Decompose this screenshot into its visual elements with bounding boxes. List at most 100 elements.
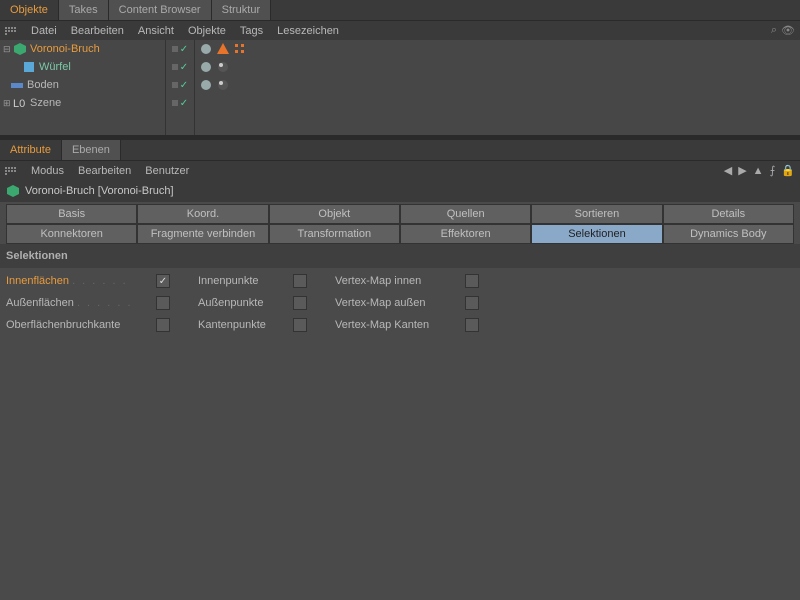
param-row: Vertex-Map innen [335,272,479,290]
tag-row[interactable] [199,40,800,58]
tag-material-icon[interactable] [216,60,230,74]
menu-benutzer[interactable]: Benutzer [145,165,189,177]
param-row: Kantenpunkte [198,316,307,334]
param-label: Außenpunkte [198,297,293,309]
param-label: Oberflächenbruchkante [6,319,156,331]
param-row: Innenpunkte [198,272,307,290]
param-row: Außenflächen . . . . . . [6,294,170,312]
nav-fwd-icon[interactable]: ▶ [738,164,746,177]
checkbox[interactable] [293,318,307,332]
attr-tab-details[interactable]: Details [663,204,794,224]
attr-tab-fragmenteverbinden[interactable]: Fragmente verbinden [137,224,268,244]
function-icon[interactable]: ⨍ [770,164,776,177]
attr-tab-basis[interactable]: Basis [6,204,137,224]
checkbox[interactable] [293,296,307,310]
checkbox[interactable]: ✓ [156,274,170,288]
attribute-menu: Modus Bearbeiten Benutzer ◀ ▶ ▲ ⨍ 🔒 [0,161,800,180]
tag-material-icon[interactable] [216,78,230,92]
attr-tab-effektoren[interactable]: Effektoren [400,224,531,244]
tag-warning-icon[interactable] [216,42,230,56]
menu-datei[interactable]: Datei [31,25,57,37]
attr-tab-dynamicsbody[interactable]: Dynamics Body [663,224,794,244]
param-row: Innenflächen . . . . . .✓ [6,272,170,290]
attribute-header-text: Voronoi-Bruch [Voronoi-Bruch] [25,185,174,197]
lock-icon[interactable]: 🔒 [781,164,795,177]
checkbox[interactable] [465,274,479,288]
tag-sphere-icon[interactable] [199,78,213,92]
tab-takes[interactable]: Takes [59,0,109,20]
param-label: Kantenpunkte [198,319,293,331]
object-manager-menu: Datei Bearbeiten Ansicht Objekte Tags Le… [0,21,800,40]
param-row: Oberflächenbruchkante [6,316,170,334]
tab-struktur[interactable]: Struktur [212,0,272,20]
attr-tab-sortieren[interactable]: Sortieren [531,204,662,224]
param-label: Vertex-Map Kanten [335,319,465,331]
param-row: Vertex-Map außen [335,294,479,312]
visibility-toggle[interactable]: ✓ [166,76,194,94]
param-label: Innenflächen . . . . . . [6,275,156,287]
grip-icon [5,167,17,175]
tree-label: Boden [27,79,59,91]
tree-row[interactable]: Würfel [0,58,165,76]
top-tab-bar: Objekte Takes Content Browser Struktur [0,0,800,21]
menu-tags[interactable]: Tags [240,25,263,37]
tree-label: Szene [30,97,61,109]
eye-icon[interactable]: 👁 [781,24,795,37]
menu-objekte[interactable]: Objekte [188,25,226,37]
expand-icon[interactable]: ⊞ [3,98,13,109]
param-row: Außenpunkte [198,294,307,312]
checkbox[interactable] [156,296,170,310]
visibility-toggle[interactable]: ✓ [166,94,194,112]
menu-lesezeichen[interactable]: Lesezeichen [277,25,339,37]
attribute-tab-bar: Attribute Ebenen [0,140,800,161]
attr-tab-transformation[interactable]: Transformation [269,224,400,244]
tag-sphere-icon[interactable] [199,60,213,74]
search-icon[interactable]: ⌕ [771,24,777,37]
attr-tab-selektionen[interactable]: Selektionen [531,224,662,244]
visibility-toggle[interactable]: ✓ [166,40,194,58]
collapse-icon[interactable]: ⊟ [3,44,13,55]
nav-up-icon[interactable]: ▲ [753,165,764,177]
checkbox[interactable] [465,296,479,310]
attr-tab-quellen[interactable]: Quellen [400,204,531,224]
svg-text:L0: L0 [13,98,25,110]
params-area: Innenflächen . . . . . .✓ Außenflächen . … [0,268,800,338]
param-row: Vertex-Map Kanten [335,316,479,334]
attr-tab-koord[interactable]: Koord. [137,204,268,224]
param-label: Innenpunkte [198,275,293,287]
tree-row[interactable]: ⊞ L0 Szene [0,94,165,112]
attr-tab-konnektoren[interactable]: Konnektoren [6,224,137,244]
nav-back-icon[interactable]: ◀ [724,164,732,177]
voronoi-icon [6,184,20,198]
menu-bearbeiten-attr[interactable]: Bearbeiten [78,165,131,177]
param-label: Vertex-Map außen [335,297,465,309]
tag-row[interactable] [199,58,800,76]
scene-icon: L0 [13,96,27,110]
tab-content-browser[interactable]: Content Browser [109,0,212,20]
menu-modus[interactable]: Modus [31,165,64,177]
attr-tab-objekt[interactable]: Objekt [269,204,400,224]
dots: . . . . . . [72,275,128,287]
tree-label: Würfel [39,61,71,73]
checkbox[interactable] [293,274,307,288]
tag-sphere-icon[interactable] [199,42,213,56]
cube-icon [22,60,36,74]
tab-objekte[interactable]: Objekte [0,0,59,20]
voronoi-icon [13,42,27,56]
tree-row[interactable]: Boden [0,76,165,94]
checkbox[interactable] [465,318,479,332]
floor-icon [10,78,24,92]
menu-ansicht[interactable]: Ansicht [138,25,174,37]
grip-icon [5,27,17,35]
tag-grid-icon[interactable] [233,42,247,56]
attribute-grid-tabs: BasisKoord.ObjektQuellenSortierenDetails… [6,204,794,244]
tab-ebenen[interactable]: Ebenen [62,140,121,160]
tag-row[interactable] [199,76,800,94]
visibility-toggle[interactable]: ✓ [166,58,194,76]
tab-attribute[interactable]: Attribute [0,140,62,160]
section-title: Selektionen [0,244,800,268]
tree-row[interactable]: ⊟ Voronoi-Bruch [0,40,165,58]
checkbox[interactable] [156,318,170,332]
attribute-header: Voronoi-Bruch [Voronoi-Bruch] [0,180,800,202]
menu-bearbeiten[interactable]: Bearbeiten [71,25,124,37]
